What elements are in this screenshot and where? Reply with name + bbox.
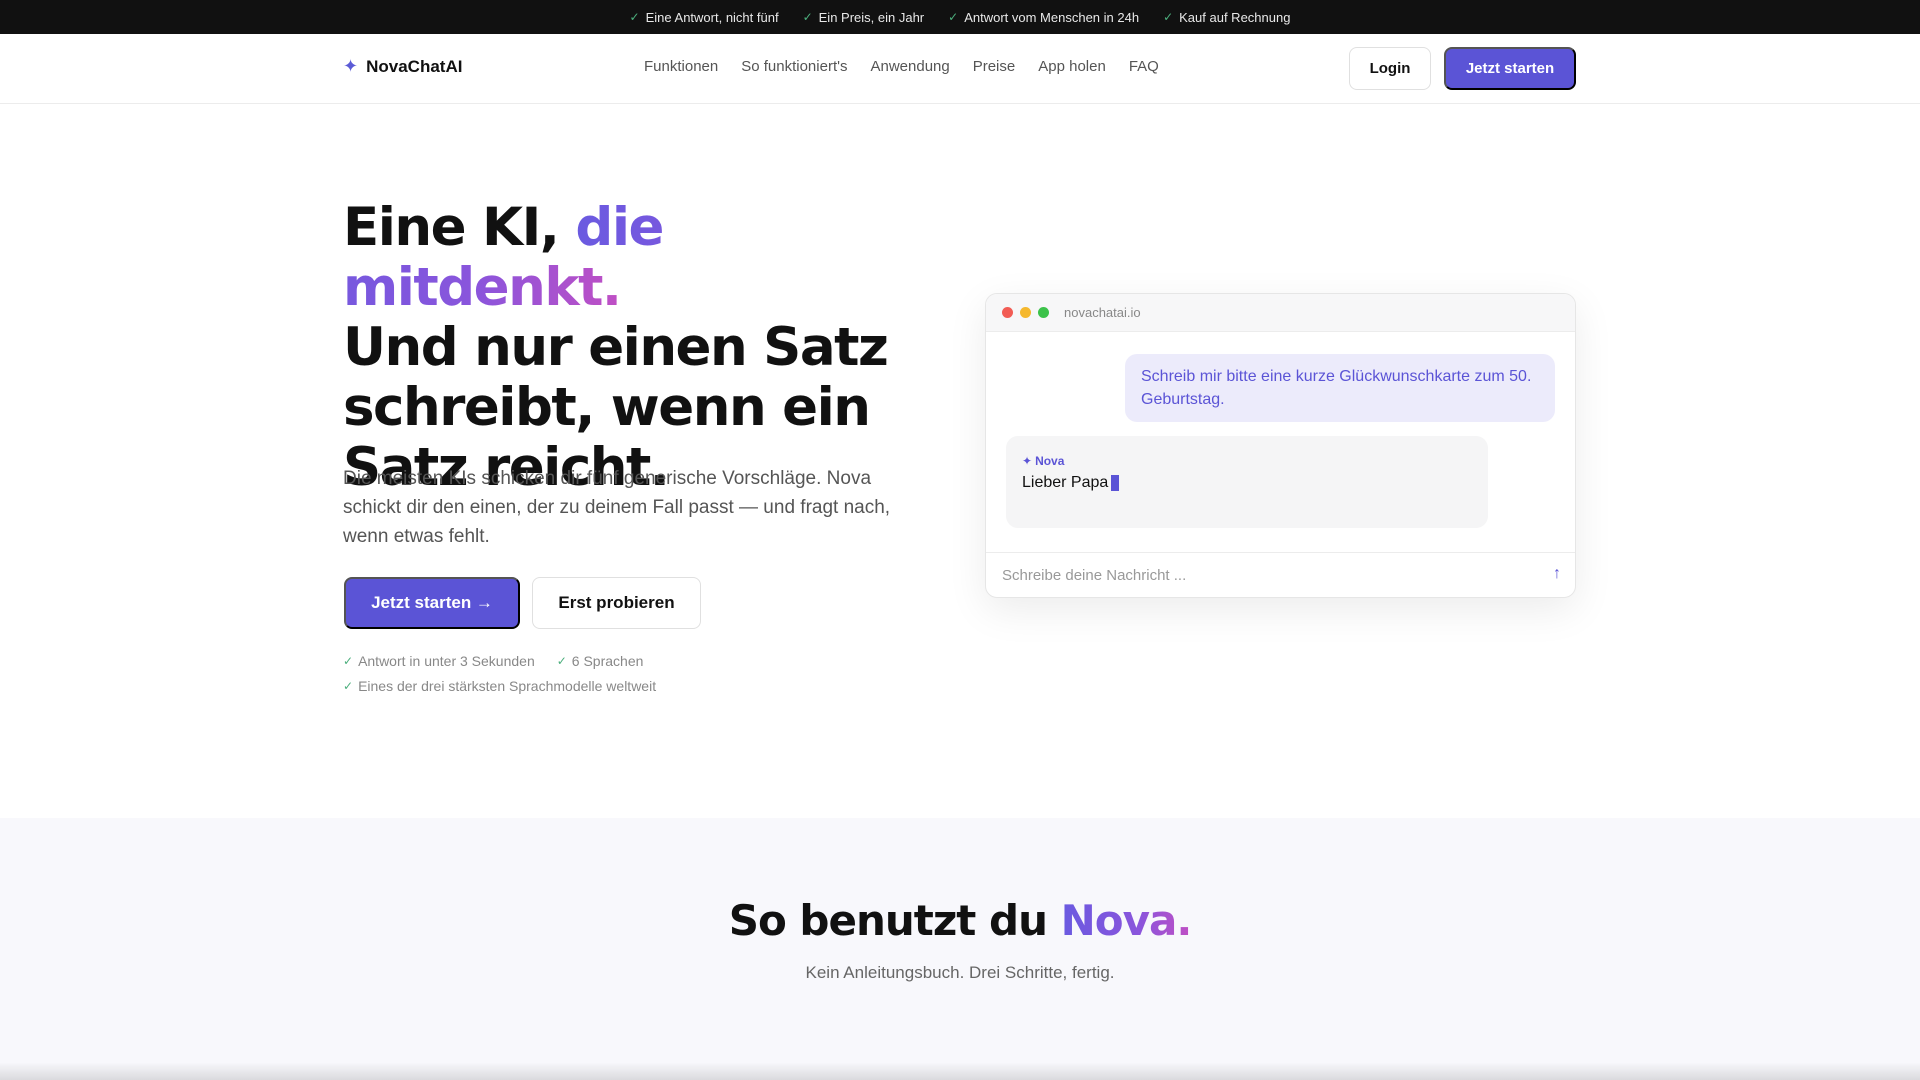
section-fade xyxy=(0,1062,1920,1080)
header-start-button[interactable]: Jetzt starten xyxy=(1444,47,1576,90)
feature-item: ✓ Antwort in unter 3 Sekunden xyxy=(343,653,535,669)
logo-text: NovaChatAI xyxy=(366,56,463,76)
announcement-item: ✓ Eine Antwort, nicht fünf xyxy=(630,10,779,25)
try-first-button[interactable]: Erst probieren xyxy=(532,577,701,629)
section-title: So benutzt du Nova. xyxy=(0,896,1920,945)
check-icon: ✓ xyxy=(948,10,959,24)
nova-response-text: Lieber Papa xyxy=(1022,474,1109,491)
hero-features: ✓ Antwort in unter 3 Sekunden ✓ 6 Sprachen… xyxy=(343,648,656,698)
check-icon: ✓ xyxy=(343,653,354,668)
sparkle-icon: ✦ xyxy=(343,56,359,76)
feature-item: ✓ Eines der drei stärksten Sprachmodelle … xyxy=(343,678,656,694)
message-input[interactable]: Schreibe deine Nachricht ... ↑ xyxy=(986,552,1575,597)
nav-link-preise[interactable]: Preise xyxy=(973,58,1016,75)
announcement-text: Eine Antwort, nicht fünf xyxy=(645,9,779,25)
window-url: novachatai.io xyxy=(1064,305,1141,320)
nova-name: Nova xyxy=(1035,454,1065,468)
hero-start-button[interactable]: Jetzt starten → xyxy=(344,577,520,629)
check-icon: ✓ xyxy=(1163,10,1174,24)
announcement-item: ✓ Antwort vom Menschen in 24h xyxy=(948,10,1139,25)
nav-link-app-holen[interactable]: App holen xyxy=(1038,58,1106,75)
nova-message-bubble: ✦ Nova Lieber Papa xyxy=(1006,436,1488,528)
hero-title: Eine KI, die mitdenkt. Und nur einen Sat… xyxy=(343,198,943,498)
nav-link-anwendung[interactable]: Anwendung xyxy=(870,58,949,75)
message-input-placeholder: Schreibe deine Nachricht ... xyxy=(1002,566,1187,584)
logo-link[interactable]: ✦ NovaChatAI xyxy=(343,56,462,77)
feature-text: Eines der drei stärksten Sprachmodelle w… xyxy=(358,677,657,694)
main-navigation: ✦ NovaChatAI Funktionen So funktioniert'… xyxy=(0,34,1920,104)
hero-subtitle: Die meisten KIs schicken dir fünf generi… xyxy=(343,468,891,547)
nav-link-so-funktionierts[interactable]: So funktioniert's xyxy=(741,58,847,75)
announcement-item: ✓ Kauf auf Rechnung xyxy=(1163,10,1290,25)
sparkle-icon: ✦ xyxy=(1022,454,1033,468)
chat-demo-window: novachatai.io Schreib mir bitte eine kur… xyxy=(985,293,1576,598)
check-icon: ✓ xyxy=(343,678,354,693)
feature-item: ✓ 6 Sprachen xyxy=(557,653,644,669)
user-message-bubble: Schreib mir bitte eine kurze Glückwunsch… xyxy=(1125,354,1555,422)
section-title-part1: So benutzt du xyxy=(728,896,1061,945)
check-icon: ✓ xyxy=(556,653,567,668)
how-to-section: So benutzt du Nova. Kein Anleitungsbuch.… xyxy=(0,818,1920,1080)
nav-link-faq[interactable]: FAQ xyxy=(1129,58,1159,75)
section-title-highlight: Nova. xyxy=(1060,896,1193,945)
nova-response: Lieber Papa xyxy=(1022,474,1472,492)
section-subtitle: Kein Anleitungsbuch. Drei Schritte, fert… xyxy=(805,963,1115,982)
announcement-item: ✓ Ein Preis, ein Jahr xyxy=(803,10,925,25)
announcement-text: Antwort vom Menschen in 24h xyxy=(964,9,1140,25)
send-arrow-icon[interactable]: ↑ xyxy=(1553,565,1561,583)
typing-cursor xyxy=(1111,475,1120,491)
maximize-dot-icon xyxy=(1038,307,1049,318)
close-dot-icon xyxy=(1002,307,1013,318)
window-titlebar: novachatai.io xyxy=(986,294,1575,332)
announcement-bar: ✓ Eine Antwort, nicht fünf ✓ Ein Preis, ei… xyxy=(0,0,1920,34)
hero-title-part1: Eine KI, xyxy=(343,197,576,258)
login-button[interactable]: Login xyxy=(1349,47,1431,90)
announcement-text: Kauf auf Rechnung xyxy=(1179,9,1291,25)
nova-sender-label: ✦ Nova xyxy=(1022,454,1472,468)
feature-text: 6 Sprachen xyxy=(571,652,644,669)
nav-menu: Funktionen So funktioniert's Anwendung P… xyxy=(644,58,1159,75)
check-icon: ✓ xyxy=(629,10,640,24)
nav-link-funktionen[interactable]: Funktionen xyxy=(644,58,718,75)
announcement-text: Ein Preis, ein Jahr xyxy=(818,9,925,25)
feature-text: Antwort in unter 3 Sekunden xyxy=(358,652,535,669)
check-icon: ✓ xyxy=(802,10,813,24)
minimize-dot-icon xyxy=(1020,307,1031,318)
